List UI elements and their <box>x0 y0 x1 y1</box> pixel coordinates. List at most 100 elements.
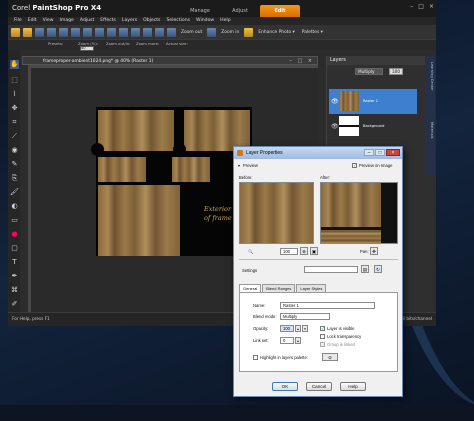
zoom-in-button[interactable]: Zoom in <box>219 30 241 35</box>
pan-tool-icon[interactable]: ✋ <box>10 60 19 69</box>
eye-icon[interactable]: 👁 <box>331 123 339 130</box>
crop-icon[interactable] <box>119 27 128 37</box>
opacity-slider-button[interactable]: ▾ <box>302 325 308 332</box>
dialog-minimize-button[interactable]: – <box>364 149 374 156</box>
highlight-color-swatch[interactable]: ⊘ <box>322 353 338 361</box>
after-label: After: <box>320 175 331 180</box>
document-tab[interactable]: frameproper-ambient1024.png* @ 40% (Rast… <box>22 56 318 65</box>
dropper-tool-icon[interactable]: ✐ <box>10 300 19 309</box>
rotate-icon[interactable] <box>143 27 152 37</box>
warp-tool-icon[interactable]: ⌘ <box>10 286 19 295</box>
menu-view[interactable]: View <box>43 17 54 25</box>
tab-edit[interactable]: Edit <box>260 5 300 17</box>
paint-brush-icon[interactable]: 🖌 <box>10 188 19 197</box>
minimize-button[interactable]: – <box>410 3 413 10</box>
before-label: Before: <box>239 175 253 180</box>
preview-zoom-input[interactable]: 100 <box>280 248 298 255</box>
tab-layer-styles[interactable]: Layer Styles <box>296 284 327 292</box>
layers-blend-mode[interactable]: Multiply <box>355 68 383 75</box>
text-tool-icon[interactable]: T <box>10 258 19 267</box>
tab-blend-ranges[interactable]: Blend Ranges <box>262 284 296 292</box>
redo-icon[interactable] <box>71 27 80 37</box>
wood-panel <box>98 157 146 182</box>
dialog-title-bar: Layer Properties – □ × <box>234 147 402 159</box>
enhance-photo-menu[interactable]: Enhance Photo ▾ <box>256 30 296 35</box>
zoom-preview-icon[interactable]: ⊕ <box>300 247 308 255</box>
undo-icon[interactable] <box>59 27 68 37</box>
open-folder-icon[interactable] <box>23 27 32 37</box>
menu-adjust[interactable]: Adjust <box>80 17 94 25</box>
crop-tool-icon[interactable]: ⌗ <box>10 118 19 127</box>
resize-icon[interactable] <box>131 27 140 37</box>
opacity-spinner[interactable]: ▴ <box>295 325 301 332</box>
zoom-percent-input[interactable]: 40 <box>80 46 94 51</box>
dialog-maximize-button[interactable]: □ <box>375 149 385 156</box>
zoom-out-button[interactable]: Zoom out <box>179 30 204 35</box>
materials-tab[interactable]: Materials <box>426 122 434 138</box>
dialog-close-button[interactable]: × <box>386 149 400 156</box>
zoom-out-icon[interactable] <box>167 27 176 37</box>
menu-selections[interactable]: Selections <box>166 17 190 25</box>
palettes-menu[interactable]: Palettes ▾ <box>300 30 325 35</box>
document-controls[interactable]: – □ × <box>289 58 314 64</box>
pen-tool-icon[interactable]: ✒ <box>10 272 19 281</box>
link-set-input[interactable]: 0 <box>280 337 294 344</box>
dodge-tool-icon[interactable]: ◐ <box>10 202 19 211</box>
clone-tool-icon[interactable]: ⎘ <box>10 174 19 183</box>
straighten-tool-icon[interactable]: ⟋ <box>10 132 19 141</box>
copy-icon[interactable] <box>95 27 104 37</box>
move-tool-icon[interactable]: ✥ <box>10 104 19 113</box>
maximize-button[interactable]: □ <box>418 3 424 10</box>
eraser-tool-icon[interactable]: ▭ <box>10 216 19 225</box>
link-set-spinner[interactable]: ▴ <box>295 337 301 344</box>
menu-file[interactable]: File <box>14 17 22 25</box>
reset-preset-icon[interactable]: ↻ <box>374 265 382 273</box>
print-icon[interactable] <box>47 27 56 37</box>
tab-general[interactable]: General <box>239 284 262 292</box>
zoom-in-icon[interactable] <box>207 27 217 37</box>
makeover-tool-icon[interactable]: ✎ <box>10 160 19 169</box>
cancel-button[interactable]: Cancel <box>306 382 332 391</box>
shape-tool-icon[interactable]: ▢ <box>10 244 19 253</box>
ok-button[interactable]: OK <box>272 382 298 391</box>
help-button[interactable]: Help <box>340 382 366 391</box>
close-button[interactable]: × <box>429 3 434 10</box>
tab-adjust[interactable]: Adjust <box>220 5 260 17</box>
preview-toggle-arrow-icon[interactable]: ▾ <box>238 163 240 168</box>
layer-name-input[interactable]: Raster 1 <box>280 302 375 309</box>
paste-icon[interactable] <box>107 27 116 37</box>
highlight-checkbox[interactable] <box>253 355 258 360</box>
general-tab-panel: Name: Raster 1 Blend mode: Multiply Opac… <box>239 292 398 372</box>
learning-center-tab[interactable]: Learning Center <box>426 62 434 91</box>
menu-help[interactable]: Help <box>220 17 230 25</box>
layers-opacity[interactable]: 100 <box>389 68 403 75</box>
layers-title: Layers <box>327 56 435 65</box>
menu-layers[interactable]: Layers <box>122 17 137 25</box>
preview-on-image-checkbox[interactable]: ✓ <box>352 163 357 168</box>
color-changer-icon[interactable]: ● <box>10 230 19 239</box>
save-icon[interactable] <box>35 27 44 37</box>
blend-mode-dropdown[interactable]: Multiply <box>280 313 330 320</box>
cut-icon[interactable] <box>83 27 92 37</box>
menu-window[interactable]: Window <box>196 17 214 25</box>
menu-image[interactable]: Image <box>60 17 74 25</box>
eye-icon[interactable]: 👁 <box>331 98 339 105</box>
zoom-fit-icon[interactable]: ▣ <box>310 247 318 255</box>
layer-row-raster1[interactable]: 👁 Raster 1 <box>329 89 417 114</box>
presets-dropdown[interactable] <box>304 266 358 273</box>
menu-objects[interactable]: Objects <box>143 17 160 25</box>
lock-transparency-checkbox[interactable] <box>320 334 325 339</box>
pan-icon[interactable]: ✥ <box>370 247 378 255</box>
opacity-input[interactable]: 100 <box>280 325 294 332</box>
new-file-icon[interactable] <box>11 27 20 37</box>
layer-visible-checkbox[interactable]: ✓ <box>320 326 325 331</box>
tab-manage[interactable]: Manage <box>180 5 220 17</box>
flip-icon[interactable] <box>155 27 164 37</box>
menu-edit[interactable]: Edit <box>28 17 37 25</box>
menu-effects[interactable]: Effects <box>100 17 116 25</box>
layer-row-background[interactable]: 👁 Background <box>329 114 417 139</box>
selection-tool-icon[interactable]: ⬚ <box>10 76 19 85</box>
save-preset-icon[interactable]: ▤ <box>361 265 369 273</box>
red-eye-tool-icon[interactable]: ◉ <box>10 146 19 155</box>
freehand-tool-icon[interactable]: ⌇ <box>10 90 19 99</box>
